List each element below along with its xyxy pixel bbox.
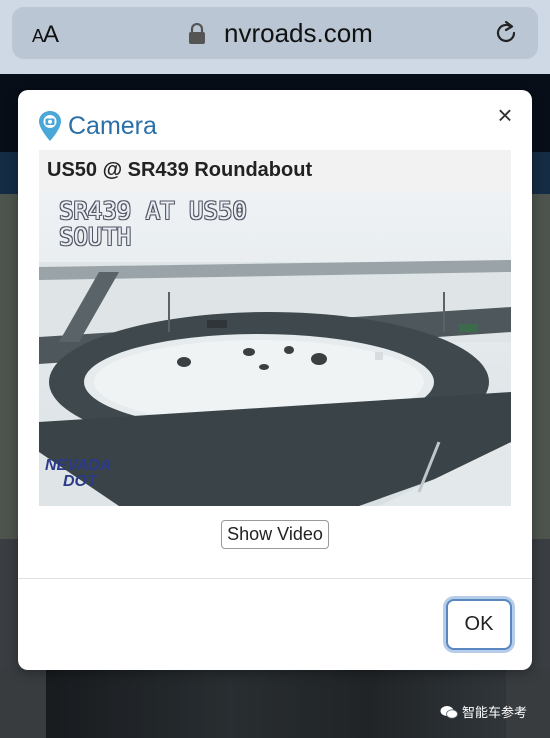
camera-overlay-text: SR439 AT US50 SOUTH: [59, 197, 247, 251]
modal-title: Camera: [68, 112, 157, 140]
url-text[interactable]: nvroads.com: [224, 18, 373, 49]
watermark: 智能车参考: [440, 702, 527, 721]
lock-icon: [189, 23, 205, 44]
nevada-dot-logo: NEVADA DOT: [45, 457, 112, 490]
modal-header: Camera ×: [18, 90, 532, 146]
camera-modal: Camera × US50 @ SR439 Roundabout SR439 A…: [18, 90, 532, 670]
camera-snapshot: SR439 AT US50 SOUTH NEVADA DOT: [39, 192, 511, 506]
reload-icon[interactable]: [492, 19, 520, 47]
ok-button[interactable]: OK: [446, 599, 512, 650]
camera-name: US50 @ SR439 Roundabout: [47, 159, 313, 181]
modal-footer-divider: [18, 578, 532, 579]
wechat-icon: [440, 705, 458, 719]
camera-card: US50 @ SR439 Roundabout SR439 AT US50 SO…: [39, 150, 511, 506]
close-icon: ×: [497, 100, 513, 130]
close-button[interactable]: ×: [492, 102, 518, 128]
address-bar[interactable]: AA nvroads.com: [12, 7, 538, 59]
watermark-text: 智能车参考: [462, 706, 528, 721]
browser-toolbar: AA nvroads.com: [0, 0, 550, 74]
text-size-button[interactable]: AA: [32, 21, 59, 49]
show-video-button[interactable]: Show Video: [221, 520, 329, 549]
camera-pin-icon: [39, 111, 61, 141]
